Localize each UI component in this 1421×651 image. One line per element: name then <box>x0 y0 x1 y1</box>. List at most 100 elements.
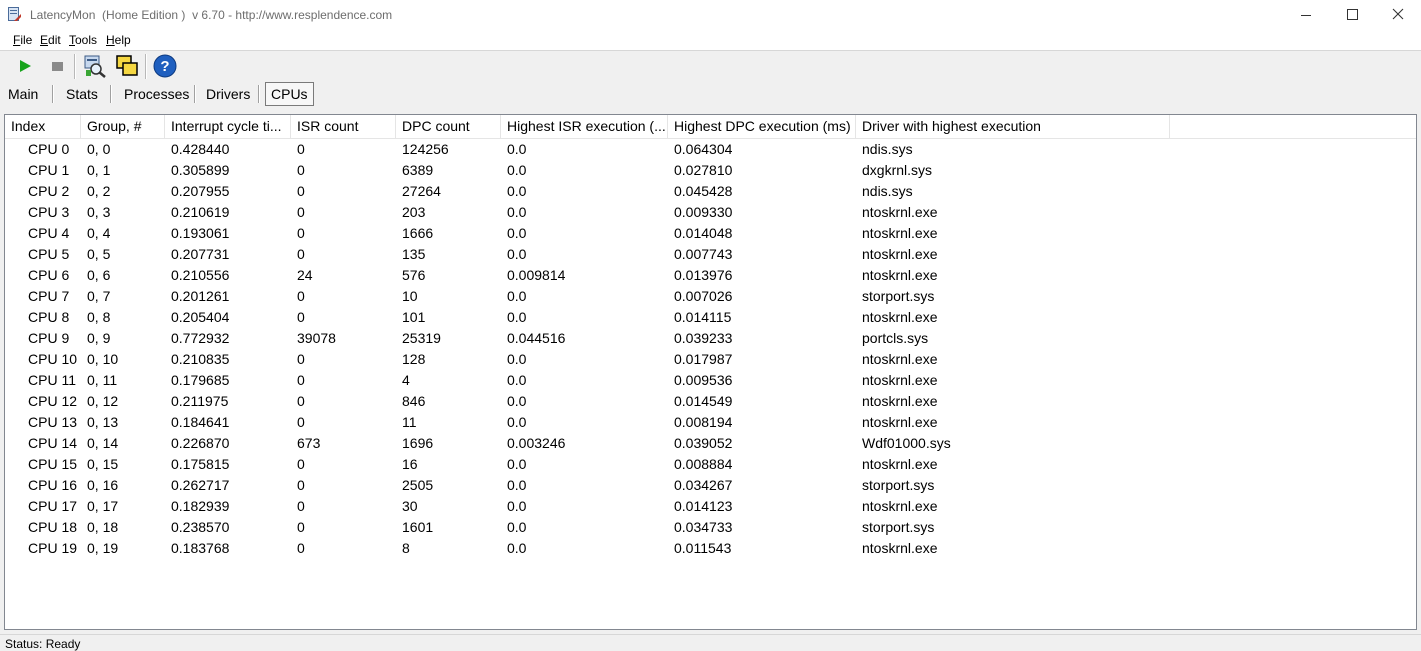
status-bar: Status: Ready <box>0 634 1421 651</box>
cell-group: 0, 1 <box>87 162 111 178</box>
cell-highest-isr-execution: 0.0 <box>507 540 527 556</box>
cell-driver-highest-execution: ntoskrnl.exe <box>862 414 938 430</box>
table-row[interactable]: CPU 17 0, 17 0.182939 0 30 0.0 0.014123 ntoskrn… <box>5 496 1416 517</box>
cell-isr-count: 0 <box>297 183 305 199</box>
help-button[interactable]: ? <box>153 54 177 78</box>
cell-interrupt-cycle-time: 0.305899 <box>171 162 230 178</box>
cell-highest-isr-execution: 0.0 <box>507 519 527 535</box>
cell-interrupt-cycle-time: 0.201261 <box>171 288 230 304</box>
column-header-highest-dpc-execution[interactable]: Highest DPC execution (ms) <box>668 115 856 138</box>
tab-processes[interactable]: Processes <box>119 83 194 105</box>
cell-index: CPU 0 <box>28 141 70 157</box>
cell-highest-isr-execution: 0.003246 <box>507 435 566 451</box>
menu-help[interactable]: Help <box>106 33 131 47</box>
toolbar-separator <box>74 54 76 79</box>
table-row[interactable]: CPU 3 0, 3 0.210619 0 203 0.0 0.009330 ntoskrnl… <box>5 202 1416 223</box>
cell-interrupt-cycle-time: 0.210556 <box>171 267 230 283</box>
cell-dpc-count: 10 <box>402 288 418 304</box>
cell-group: 0, 18 <box>87 519 119 535</box>
cell-group: 0, 17 <box>87 498 119 514</box>
minimize-button[interactable] <box>1283 0 1329 30</box>
cell-highest-isr-execution: 0.0 <box>507 309 527 325</box>
table-row[interactable]: CPU 6 0, 6 0.210556 24 576 0.009814 0.013976 nt… <box>5 265 1416 286</box>
table-row[interactable]: CPU 9 0, 9 0.772932 39078 25319 0.044516 0.039… <box>5 328 1416 349</box>
cell-highest-isr-execution: 0.0 <box>507 393 527 409</box>
table-row[interactable]: CPU 18 0, 18 0.238570 0 1601 0.0 0.034733 storp… <box>5 517 1416 538</box>
table-row[interactable]: CPU 16 0, 16 0.262717 0 2505 0.0 0.034267 storp… <box>5 475 1416 496</box>
cell-index: CPU 11 <box>28 372 76 388</box>
maximize-button[interactable] <box>1329 0 1375 30</box>
table-row[interactable]: CPU 11 0, 11 0.179685 0 4 0.0 0.009536 ntoskrnl… <box>5 370 1416 391</box>
close-button[interactable] <box>1375 0 1421 30</box>
table-row[interactable]: CPU 15 0, 15 0.175815 0 16 0.0 0.008884 ntoskrn… <box>5 454 1416 475</box>
cell-dpc-count: 1601 <box>402 519 434 535</box>
cell-group: 0, 13 <box>87 414 119 430</box>
table-row[interactable]: CPU 19 0, 19 0.183768 0 8 0.0 0.011543 ntoskrnl… <box>5 538 1416 559</box>
menu-tools[interactable]: Tools <box>69 33 97 47</box>
cpu-list-view[interactable]: Index Group, # Interrupt cycle ti... ISR co… <box>4 114 1417 630</box>
cell-isr-count: 0 <box>297 351 305 367</box>
table-row[interactable]: CPU 0 0, 0 0.428440 0 124256 0.0 0.064304 ndis.… <box>5 139 1416 160</box>
cell-dpc-count: 576 <box>402 267 426 283</box>
table-row[interactable]: CPU 2 0, 2 0.207955 0 27264 0.0 0.045428 ndis.s… <box>5 181 1416 202</box>
windows-button[interactable] <box>115 54 139 78</box>
column-header-interrupt-cycle-time[interactable]: Interrupt cycle ti... <box>165 115 291 138</box>
cell-driver-highest-execution: ntoskrnl.exe <box>862 309 938 325</box>
table-row[interactable]: CPU 12 0, 12 0.211975 0 846 0.0 0.014549 ntoskr… <box>5 391 1416 412</box>
stop-button[interactable] <box>45 54 69 78</box>
table-row[interactable]: CPU 14 0, 14 0.226870 673 1696 0.003246 0.0390… <box>5 433 1416 454</box>
maximize-icon <box>1347 9 1358 20</box>
cell-interrupt-cycle-time: 0.772932 <box>171 330 230 346</box>
cell-highest-isr-execution: 0.0 <box>507 204 527 220</box>
latencymon-app-icon <box>8 7 21 21</box>
cell-dpc-count: 203 <box>402 204 426 220</box>
table-row[interactable]: CPU 5 0, 5 0.207731 0 135 0.0 0.007743 ntoskrnl… <box>5 244 1416 265</box>
cell-driver-highest-execution: ntoskrnl.exe <box>862 246 938 262</box>
cell-interrupt-cycle-time: 0.183768 <box>171 540 230 556</box>
cell-index: CPU 16 <box>28 477 78 493</box>
cell-interrupt-cycle-time: 0.193061 <box>171 225 230 241</box>
cell-isr-count: 0 <box>297 288 305 304</box>
cell-isr-count: 0 <box>297 225 305 241</box>
menu-file[interactable]: File <box>13 33 32 47</box>
cell-group: 0, 11 <box>87 372 118 388</box>
driver-search-button[interactable] <box>83 54 107 78</box>
cell-isr-count: 0 <box>297 498 305 514</box>
cell-index: CPU 4 <box>28 225 70 241</box>
table-row[interactable]: CPU 7 0, 7 0.201261 0 10 0.0 0.007026 storport.… <box>5 286 1416 307</box>
table-row[interactable]: CPU 13 0, 13 0.184641 0 11 0.0 0.008194 ntoskrn… <box>5 412 1416 433</box>
column-header-isr-count[interactable]: ISR count <box>291 115 396 138</box>
cell-dpc-count: 128 <box>402 351 426 367</box>
cell-isr-count: 0 <box>297 414 305 430</box>
table-row[interactable]: CPU 10 0, 10 0.210835 0 128 0.0 0.017987 ntoskr… <box>5 349 1416 370</box>
table-row[interactable]: CPU 8 0, 8 0.205404 0 101 0.0 0.014115 ntoskrnl… <box>5 307 1416 328</box>
cpus-panel: Index Group, # Interrupt cycle ti... ISR co… <box>0 106 1421 634</box>
tab-stats[interactable]: Stats <box>61 83 103 105</box>
cell-driver-highest-execution: storport.sys <box>862 519 935 535</box>
column-header-index[interactable]: Index <box>5 115 81 138</box>
table-row[interactable]: CPU 1 0, 1 0.305899 0 6389 0.0 0.027810 dxgkrnl… <box>5 160 1416 181</box>
column-header-driver-highest-execution[interactable]: Driver with highest execution <box>856 115 1170 138</box>
column-header-group[interactable]: Group, # <box>81 115 165 138</box>
cell-highest-dpc-execution: 0.007743 <box>674 246 733 262</box>
cell-highest-dpc-execution: 0.034733 <box>674 519 733 535</box>
table-row[interactable]: CPU 4 0, 4 0.193061 0 1666 0.0 0.014048 ntoskrn… <box>5 223 1416 244</box>
menu-bar: File Edit Tools Help <box>0 30 1421 50</box>
cell-interrupt-cycle-time: 0.182939 <box>171 498 230 514</box>
start-button[interactable] <box>13 54 37 78</box>
cell-group: 0, 8 <box>87 309 111 325</box>
menu-edit[interactable]: Edit <box>40 33 61 47</box>
tab-cpus[interactable]: CPUs <box>265 82 314 106</box>
cell-group: 0, 0 <box>87 141 111 157</box>
column-header-dpc-count[interactable]: DPC count <box>396 115 501 138</box>
cell-highest-isr-execution: 0.0 <box>507 183 527 199</box>
tab-drivers[interactable]: Drivers <box>201 83 255 105</box>
title-bar[interactable]: LatencyMon (Home Edition ) v 6.70 - http… <box>0 0 1421 30</box>
cell-index: CPU 13 <box>28 414 78 430</box>
cell-group: 0, 19 <box>87 540 119 556</box>
tab-main[interactable]: Main <box>3 83 43 105</box>
cell-highest-dpc-execution: 0.014123 <box>674 498 733 514</box>
svg-text:?: ? <box>160 58 169 75</box>
cell-highest-dpc-execution: 0.017987 <box>674 351 733 367</box>
column-header-highest-isr-execution[interactable]: Highest ISR execution (... <box>501 115 668 138</box>
